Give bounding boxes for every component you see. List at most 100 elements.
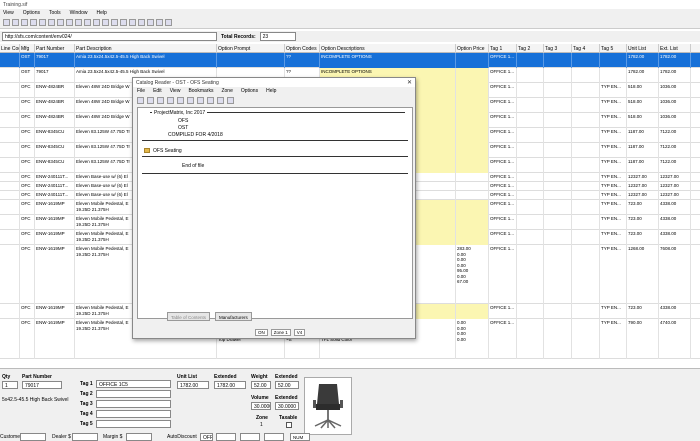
add-icon[interactable] [102,19,109,26]
cell-part[interactable]: 79017 [35,53,75,68]
cell-tag3[interactable] [544,113,572,128]
open-icon[interactable] [12,19,19,26]
col-option-price[interactable]: Option Price [456,44,489,53]
cell-part[interactable]: ENW-8345CU [35,158,75,173]
cell-tag3[interactable] [544,83,572,98]
cell-tag4[interactable] [572,98,600,113]
cell-unit[interactable]: 1782.00 [627,53,659,68]
cut-icon[interactable] [48,19,55,26]
price-icon[interactable] [147,96,154,104]
sort-icon[interactable] [129,19,136,26]
cell-price[interactable] [456,158,489,173]
cell-line[interactable] [0,98,20,113]
cell-tag4[interactable] [572,68,600,83]
cell-ext[interactable]: 12327.00 [659,173,691,182]
cell-tag1[interactable]: OFFICE 1... [489,128,517,143]
cell-tag5[interactable] [600,68,627,83]
autodiscount-toggle[interactable]: OFF [200,433,213,441]
cell-codes[interactable]: ?? [285,53,320,68]
cell-ext[interactable]: 1036.00 [659,98,691,113]
cell-ext[interactable]: 7122.00 [659,143,691,158]
cell-tag1[interactable]: OFFICE 1... [489,319,517,359]
cell-part[interactable]: ENW-8345CU [35,143,75,158]
cell-ext[interactable]: 1036.00 [659,113,691,128]
cell-desc[interactable]: Amia 23.5x24.5x42.5-45.5 High Back Swive… [75,53,217,68]
list-icon[interactable] [137,96,144,104]
cell-tag2[interactable] [517,304,544,319]
tag3-field[interactable] [96,400,171,408]
cell-line[interactable] [0,319,20,359]
cell-tag5[interactable]: TYP EN... [600,215,627,230]
cell-price[interactable] [456,304,489,319]
cell-tag4[interactable] [572,173,600,182]
cell-tag2[interactable] [517,128,544,143]
qty-field[interactable]: 1 [2,381,18,389]
cell-tag1[interactable]: OFFICE 1... [489,98,517,113]
cell-tag5[interactable]: TYP EN... [600,319,627,359]
minus-icon[interactable] [197,96,204,104]
cell-tag5[interactable]: TYP EN... [600,182,627,191]
cell-mfg[interactable]: OFC [20,230,35,245]
cell-tag4[interactable] [572,230,600,245]
cell-part[interactable]: ENW-1619MP [35,215,75,230]
cell-tag1[interactable]: OFFICE 1... [489,191,517,200]
dialog-menu-view[interactable]: View [170,88,181,94]
cell-line[interactable] [0,215,20,230]
image-icon[interactable] [217,96,224,104]
cell-line[interactable] [0,304,20,319]
cell-part[interactable]: ENW-4824BR [35,98,75,113]
cell-mfg[interactable]: OFC [20,215,35,230]
col-unit-list[interactable]: Unit List [627,44,659,53]
cell-line[interactable] [0,158,20,173]
bookmark-icon[interactable] [207,96,214,104]
cell-mfg[interactable]: OFC [20,98,35,113]
cell-mfg[interactable]: OFC [20,158,35,173]
col-tag4[interactable]: Tag 4 [572,44,600,53]
cell-line[interactable] [0,173,20,182]
cell-unit[interactable]: 518.00 [627,113,659,128]
cell-mfg[interactable]: OFC [20,128,35,143]
cell-price[interactable] [456,83,489,98]
cell-tag2[interactable] [517,53,544,68]
cell-unit[interactable]: 1187.00 [627,143,659,158]
cell-unit[interactable]: 518.00 [627,83,659,98]
cell-tag5[interactable]: TYP EN... [600,98,627,113]
cell-tag1[interactable]: OFFICE 1... [489,173,517,182]
cell-tag4[interactable] [572,304,600,319]
print-icon[interactable] [75,19,82,26]
cell-tag1[interactable]: OFFICE 1... [489,113,517,128]
cell-tag5[interactable]: TYP EN... [600,83,627,98]
cell-unit[interactable]: 12327.00 [627,173,659,182]
cell-tag3[interactable] [544,319,572,359]
cell-mfg[interactable]: OFC [20,182,35,191]
cell-mfg[interactable]: OFC [20,200,35,215]
cell-tag3[interactable] [544,98,572,113]
cell-prompt[interactable] [217,53,285,68]
cell-ext[interactable]: 4338.00 [659,304,691,319]
cell-mfg[interactable]: OFC [20,319,35,359]
cell-part[interactable]: ENW-1619MP [35,200,75,215]
cell-tag2[interactable] [517,143,544,158]
export-icon[interactable] [156,19,163,26]
cell-tag4[interactable] [572,113,600,128]
cell-tag2[interactable] [517,319,544,359]
cell-tag3[interactable] [544,230,572,245]
cell-ext[interactable]: 12327.00 [659,182,691,191]
catalog-folder[interactable]: OFS Seating [153,148,182,154]
cell-unit[interactable]: 12327.00 [627,191,659,200]
cell-tag2[interactable] [517,191,544,200]
margin-field[interactable] [126,433,152,441]
cell-line[interactable] [0,230,20,245]
cell-tag3[interactable] [544,68,572,83]
volume-field[interactable]: 30.0000 [251,402,271,410]
cell-tag5[interactable]: TYP EN... [600,158,627,173]
cell-tag3[interactable] [544,215,572,230]
col-part-number[interactable]: Part Number [35,44,75,53]
cell-price[interactable] [456,143,489,158]
col-option-codes[interactable]: Option Codes [285,44,320,53]
cell-tag2[interactable] [517,68,544,83]
cell-unit[interactable]: 1187.00 [627,128,659,143]
cell-tag5[interactable]: TYP EN... [600,128,627,143]
cell-ext[interactable]: 7122.00 [659,128,691,143]
cell-tag1[interactable]: OFFICE 1... [489,158,517,173]
